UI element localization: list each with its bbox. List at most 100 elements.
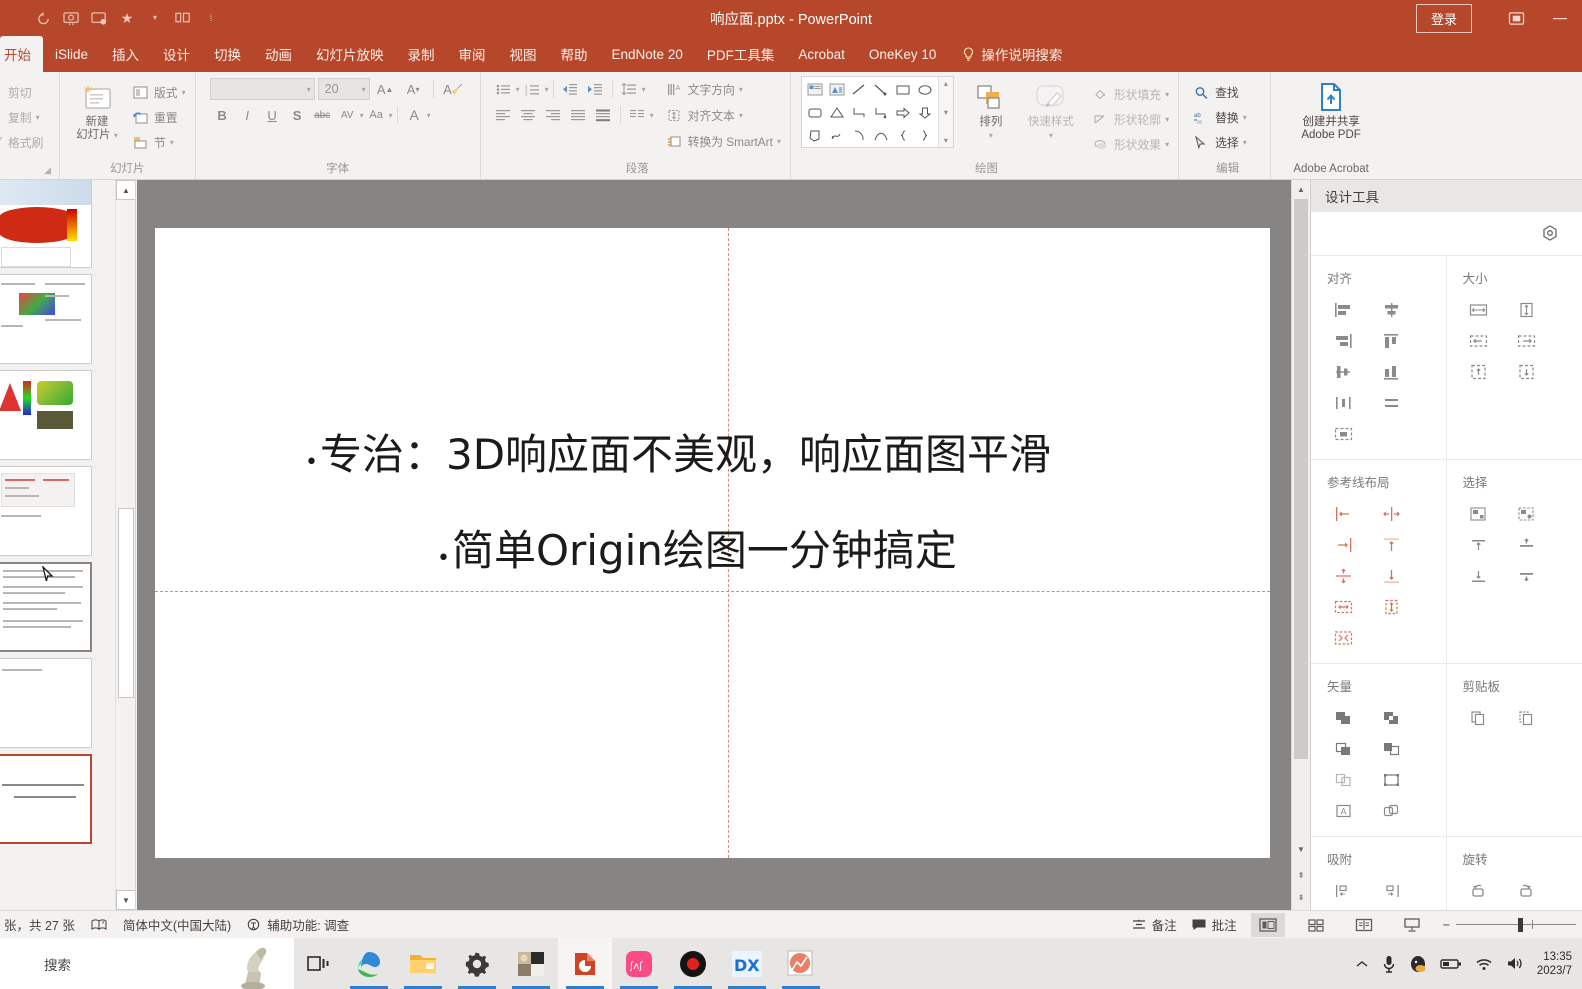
select-middle-icon[interactable] — [1503, 529, 1551, 560]
copy-button[interactable]: ⧉ 复制 ▾ — [0, 105, 46, 130]
duplicate-shape-icon[interactable] — [1367, 795, 1415, 826]
pink-app-icon[interactable]: ʃʌʃ — [612, 938, 666, 989]
scroll-down-button[interactable]: ▼ — [1292, 840, 1309, 858]
strikethrough-button[interactable]: abc — [310, 103, 335, 127]
select-same-icon[interactable] — [1503, 498, 1551, 529]
list-item[interactable] — [0, 754, 92, 844]
select-button[interactable]: 选择 ▾ — [1191, 130, 1250, 155]
list-item[interactable] — [0, 658, 92, 748]
slide-sorter-icon[interactable] — [1299, 913, 1333, 937]
tab-help[interactable]: 帮助 — [549, 36, 600, 72]
more-icon[interactable]: ⁞ — [198, 6, 224, 30]
change-case-button[interactable]: Aa — [364, 103, 389, 127]
scroll-up-icon[interactable]: ▴ — [944, 79, 948, 88]
chevron-up-icon[interactable] — [1355, 958, 1369, 970]
tab-onekey[interactable]: OneKey 10 — [857, 36, 949, 72]
align-top-icon[interactable] — [1367, 325, 1415, 356]
scroll-up-button[interactable]: ▲ — [1292, 180, 1309, 198]
select-bottom2-icon[interactable] — [1503, 560, 1551, 591]
underline-button[interactable]: U — [260, 103, 285, 127]
recorder-icon[interactable] — [666, 938, 720, 989]
line-spacing-button[interactable] — [617, 77, 642, 101]
align-right-icon[interactable] — [1319, 325, 1367, 356]
align-text-button[interactable]: 对齐文本 ▾ — [664, 102, 784, 128]
tab-home[interactable]: 开始 — [0, 36, 43, 72]
snap-right-icon[interactable] — [1367, 875, 1415, 906]
shapes-more-icon[interactable]: ▾ — [944, 136, 948, 145]
increase-font-size-button[interactable]: A ▲ — [373, 77, 398, 101]
align-middle-icon[interactable] — [1319, 356, 1367, 387]
guide-bottom-icon[interactable] — [1367, 560, 1415, 591]
dialog-launcher-icon[interactable]: ◢ — [44, 162, 51, 178]
replace-button[interactable]: ab ac 替换 ▾ — [1191, 105, 1250, 130]
star-icon[interactable]: ★ — [114, 6, 140, 30]
shape-right-arrow-icon[interactable] — [892, 101, 914, 124]
guide-vspan-icon[interactable] — [1367, 591, 1415, 622]
guide-center-icon[interactable] — [1367, 498, 1415, 529]
shape-right-brace-icon[interactable] — [914, 124, 936, 147]
tab-insert[interactable]: 插入 — [100, 36, 151, 72]
list-item[interactable] — [0, 466, 92, 556]
qat-dropdown-caret[interactable]: ▾ — [142, 6, 168, 30]
shape-oval-icon[interactable] — [914, 78, 936, 101]
shapes-gallery-scrollbar[interactable]: ▴ ▾ ▾ — [937, 77, 953, 147]
shape-outline-button[interactable]: 形状轮廓 ▾ — [1090, 107, 1172, 132]
align-bottom-icon[interactable] — [1367, 356, 1415, 387]
bullets-button[interactable] — [491, 77, 516, 101]
file-explorer-icon[interactable] — [396, 938, 450, 989]
select-top-icon[interactable] — [1455, 529, 1503, 560]
wifi-icon[interactable] — [1475, 957, 1493, 971]
extend-top-icon[interactable] — [1455, 356, 1503, 387]
shape-down-arrow-icon[interactable] — [914, 101, 936, 124]
format-painter-button[interactable]: 🖌 格式刷 — [0, 130, 46, 155]
spell-check-button[interactable]: x — [91, 918, 107, 931]
normal-view-icon[interactable] — [1250, 912, 1285, 937]
text-to-shape-icon[interactable]: A — [1319, 795, 1367, 826]
numbering-button[interactable]: 123 — [520, 77, 545, 101]
tab-animations[interactable]: 动画 — [253, 36, 304, 72]
clear-formatting-button[interactable]: A 🧹 — [441, 77, 466, 101]
justify-button[interactable] — [566, 103, 591, 127]
tell-me-search[interactable]: 操作说明搜索 — [948, 36, 1074, 72]
shape-elbow-arrow-icon[interactable] — [870, 101, 892, 124]
shape-curve-icon[interactable] — [870, 124, 892, 147]
reading-view-icon[interactable] — [1347, 913, 1381, 937]
tab-endnote[interactable]: EndNote 20 — [600, 36, 695, 72]
reset-button[interactable]: 重置 — [130, 105, 189, 130]
snap-left-icon[interactable] — [1319, 875, 1367, 906]
slideshow-icon[interactable] — [1395, 913, 1429, 937]
shape-textbox-icon[interactable] — [804, 78, 826, 101]
battery-icon[interactable] — [1440, 957, 1462, 970]
qq-icon[interactable] — [1409, 955, 1427, 973]
outline-icon[interactable] — [1367, 764, 1415, 795]
scroll-down-button[interactable]: ▼ — [116, 890, 135, 910]
horizontal-guide[interactable] — [155, 591, 1270, 592]
settings-icon[interactable] — [450, 938, 504, 989]
fit-icon[interactable] — [1319, 418, 1367, 449]
shape-arc-icon[interactable] — [848, 124, 870, 147]
previous-slide-button[interactable]: ⇞ — [1292, 866, 1309, 884]
next-slide-button[interactable]: ⇟ — [1292, 888, 1309, 906]
fragment-icon[interactable] — [1319, 764, 1367, 795]
tab-design[interactable]: 设计 — [151, 36, 202, 72]
quick-styles-button[interactable]: 快速样式 ▾ — [1020, 76, 1082, 140]
scrollbar-thumb[interactable] — [1294, 199, 1308, 759]
italic-button[interactable]: I — [235, 103, 260, 127]
convert-smartart-button[interactable]: 转换为 SmartArt ▾ — [664, 128, 784, 154]
tab-recording[interactable]: 录制 — [396, 36, 447, 72]
font-name-input[interactable]: ▾ — [209, 78, 315, 100]
shape-triangle-icon[interactable] — [826, 101, 848, 124]
align-left-button[interactable] — [491, 103, 516, 127]
intersect-icon[interactable] — [1319, 733, 1367, 764]
tab-review[interactable]: 审阅 — [447, 36, 498, 72]
new-slide-button[interactable]: 新建 幻灯片 ▾ — [66, 76, 128, 142]
layout-button[interactable]: 版式 ▾ — [130, 80, 189, 105]
shape-arrow-icon[interactable] — [870, 78, 892, 101]
extend-left-icon[interactable] — [1455, 325, 1503, 356]
save-slide-icon[interactable] — [86, 6, 112, 30]
shape-fill-button[interactable]: 形状填充 ▾ — [1090, 82, 1172, 107]
zoom-slider[interactable]: − — [1443, 918, 1576, 932]
increase-indent-button[interactable] — [583, 77, 608, 101]
text-direction-button[interactable]: A 文字方向 ▾ — [664, 76, 784, 102]
gear-hex-icon[interactable] — [1540, 224, 1560, 244]
